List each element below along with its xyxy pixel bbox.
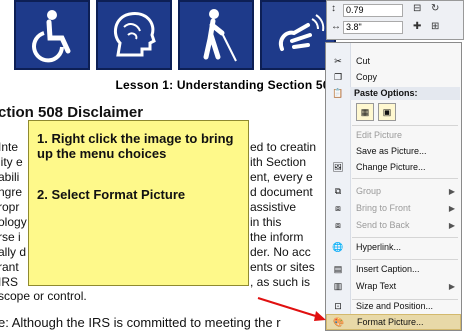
pointer-arrow-icon	[257, 297, 326, 321]
